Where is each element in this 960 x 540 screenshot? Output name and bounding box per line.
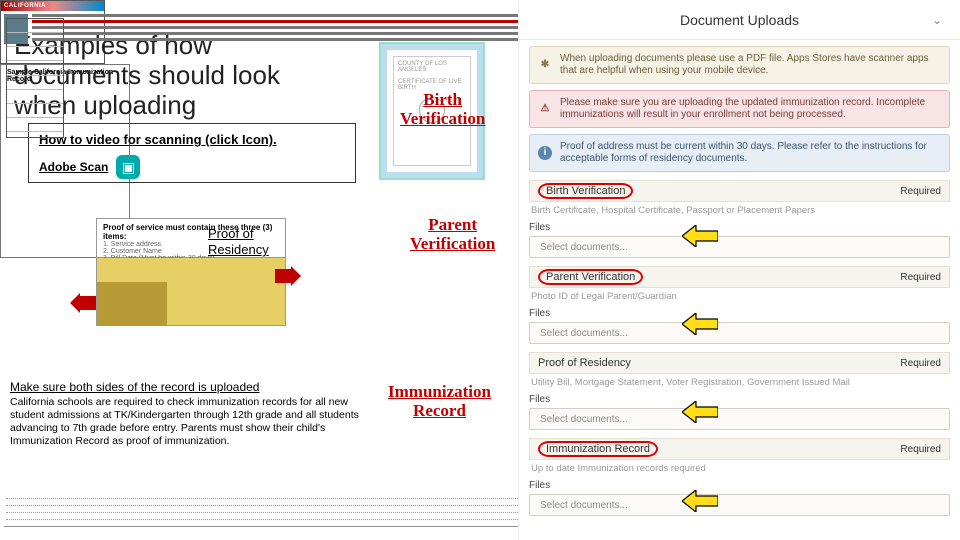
alert-warn-text: When uploading documents please use a PD… — [560, 53, 939, 77]
section-2: Proof of Residency Required Utility Bill… — [529, 352, 950, 430]
section-sub: Photo ID of Legal Parent/Guardian — [529, 288, 950, 304]
asterisk-icon: ✱ — [538, 58, 552, 72]
required-label: Required — [900, 358, 941, 369]
select-documents-button[interactable]: Select documents... — [529, 494, 950, 516]
file-block: Files Select documents... — [529, 308, 950, 344]
section-title: Parent Verification — [538, 269, 643, 285]
files-label: Files — [529, 480, 950, 491]
red-arrow-icon — [275, 266, 301, 286]
footnote: Make sure both sides of the record is up… — [10, 380, 372, 448]
section-1: Parent Verification Required Photo ID of… — [529, 266, 950, 344]
parent-label: ParentVerification — [410, 215, 495, 253]
adobe-scan-label: Adobe Scan — [39, 160, 108, 174]
footnote-body: California schools are required to check… — [10, 396, 372, 448]
files-label: Files — [529, 222, 950, 233]
select-documents-button[interactable]: Select documents... — [529, 322, 950, 344]
yellow-arrow-icon — [682, 401, 718, 423]
section-sub: Utility Bill, Mortgage Statement, Voter … — [529, 374, 950, 390]
scan-icon[interactable]: ▣ — [116, 155, 140, 179]
birth-label: BirthVerification — [400, 90, 485, 128]
chevron-down-icon: ⌄ — [932, 13, 942, 27]
section-3: Immunization Record Required Up to date … — [529, 438, 950, 516]
howto-box: How to video for scanning (click Icon). … — [28, 123, 356, 183]
files-label: Files — [529, 308, 950, 319]
file-block: Files Select documents... — [529, 222, 950, 258]
yellow-arrow-icon — [682, 313, 718, 335]
alert-info-text: Proof of address must be current within … — [560, 141, 939, 165]
section-title: Birth Verification — [538, 183, 633, 199]
section-sub: Up to date Immunization records required — [529, 460, 950, 476]
alert-danger: ⚠ Please make sure you are uploading the… — [529, 90, 950, 128]
section-header[interactable]: Birth Verification Required — [529, 180, 950, 202]
files-label: Files — [529, 394, 950, 405]
slide: Examples of how documents should look wh… — [0, 0, 960, 540]
por-item-1: Service address — [111, 241, 161, 248]
immun-label: ImmunizationRecord — [388, 382, 491, 420]
alert-info: i Proof of address must be current withi… — [529, 134, 950, 172]
upload-panel: Document Uploads ⌄ ✱ When uploading docu… — [518, 0, 960, 540]
select-documents-button[interactable]: Select documents... — [529, 408, 950, 430]
red-arrow-icon — [70, 293, 96, 313]
yellow-arrow-icon — [682, 225, 718, 247]
section-title: Proof of Residency — [538, 357, 631, 369]
howto-row: Adobe Scan ▣ — [39, 155, 345, 179]
section-title: Immunization Record — [538, 441, 658, 457]
section-header[interactable]: Proof of Residency Required — [529, 352, 950, 374]
howto-heading: How to video for scanning (click Icon). — [39, 132, 345, 147]
dl-header: CALIFORNIA — [1, 1, 104, 11]
section-header[interactable]: Parent Verification Required — [529, 266, 950, 288]
warning-icon: ⚠ — [538, 102, 552, 116]
alert-warn: ✱ When uploading documents please use a … — [529, 46, 950, 84]
por-item-2: Customer Name — [111, 248, 162, 255]
section-header[interactable]: Immunization Record Required — [529, 438, 950, 460]
required-label: Required — [900, 444, 941, 455]
required-label: Required — [900, 186, 941, 197]
por-label: Proof ofResidency — [208, 226, 269, 258]
section-sub: Birth Certificate, Hospital Certificate,… — [529, 202, 950, 218]
info-icon: i — [538, 146, 552, 160]
alert-danger-text: Please make sure you are uploading the u… — [560, 97, 939, 121]
required-label: Required — [900, 272, 941, 283]
yellow-arrow-icon — [682, 490, 718, 512]
footnote-lead: Make sure both sides of the record is up… — [10, 380, 372, 394]
panel-title: Document Uploads — [680, 12, 799, 28]
select-documents-button[interactable]: Select documents... — [529, 236, 950, 258]
file-block: Files Select documents... — [529, 394, 950, 430]
section-0: Birth Verification Required Birth Certif… — [529, 180, 950, 258]
panel-header[interactable]: Document Uploads ⌄ — [519, 0, 960, 40]
file-block: Files Select documents... — [529, 480, 950, 516]
